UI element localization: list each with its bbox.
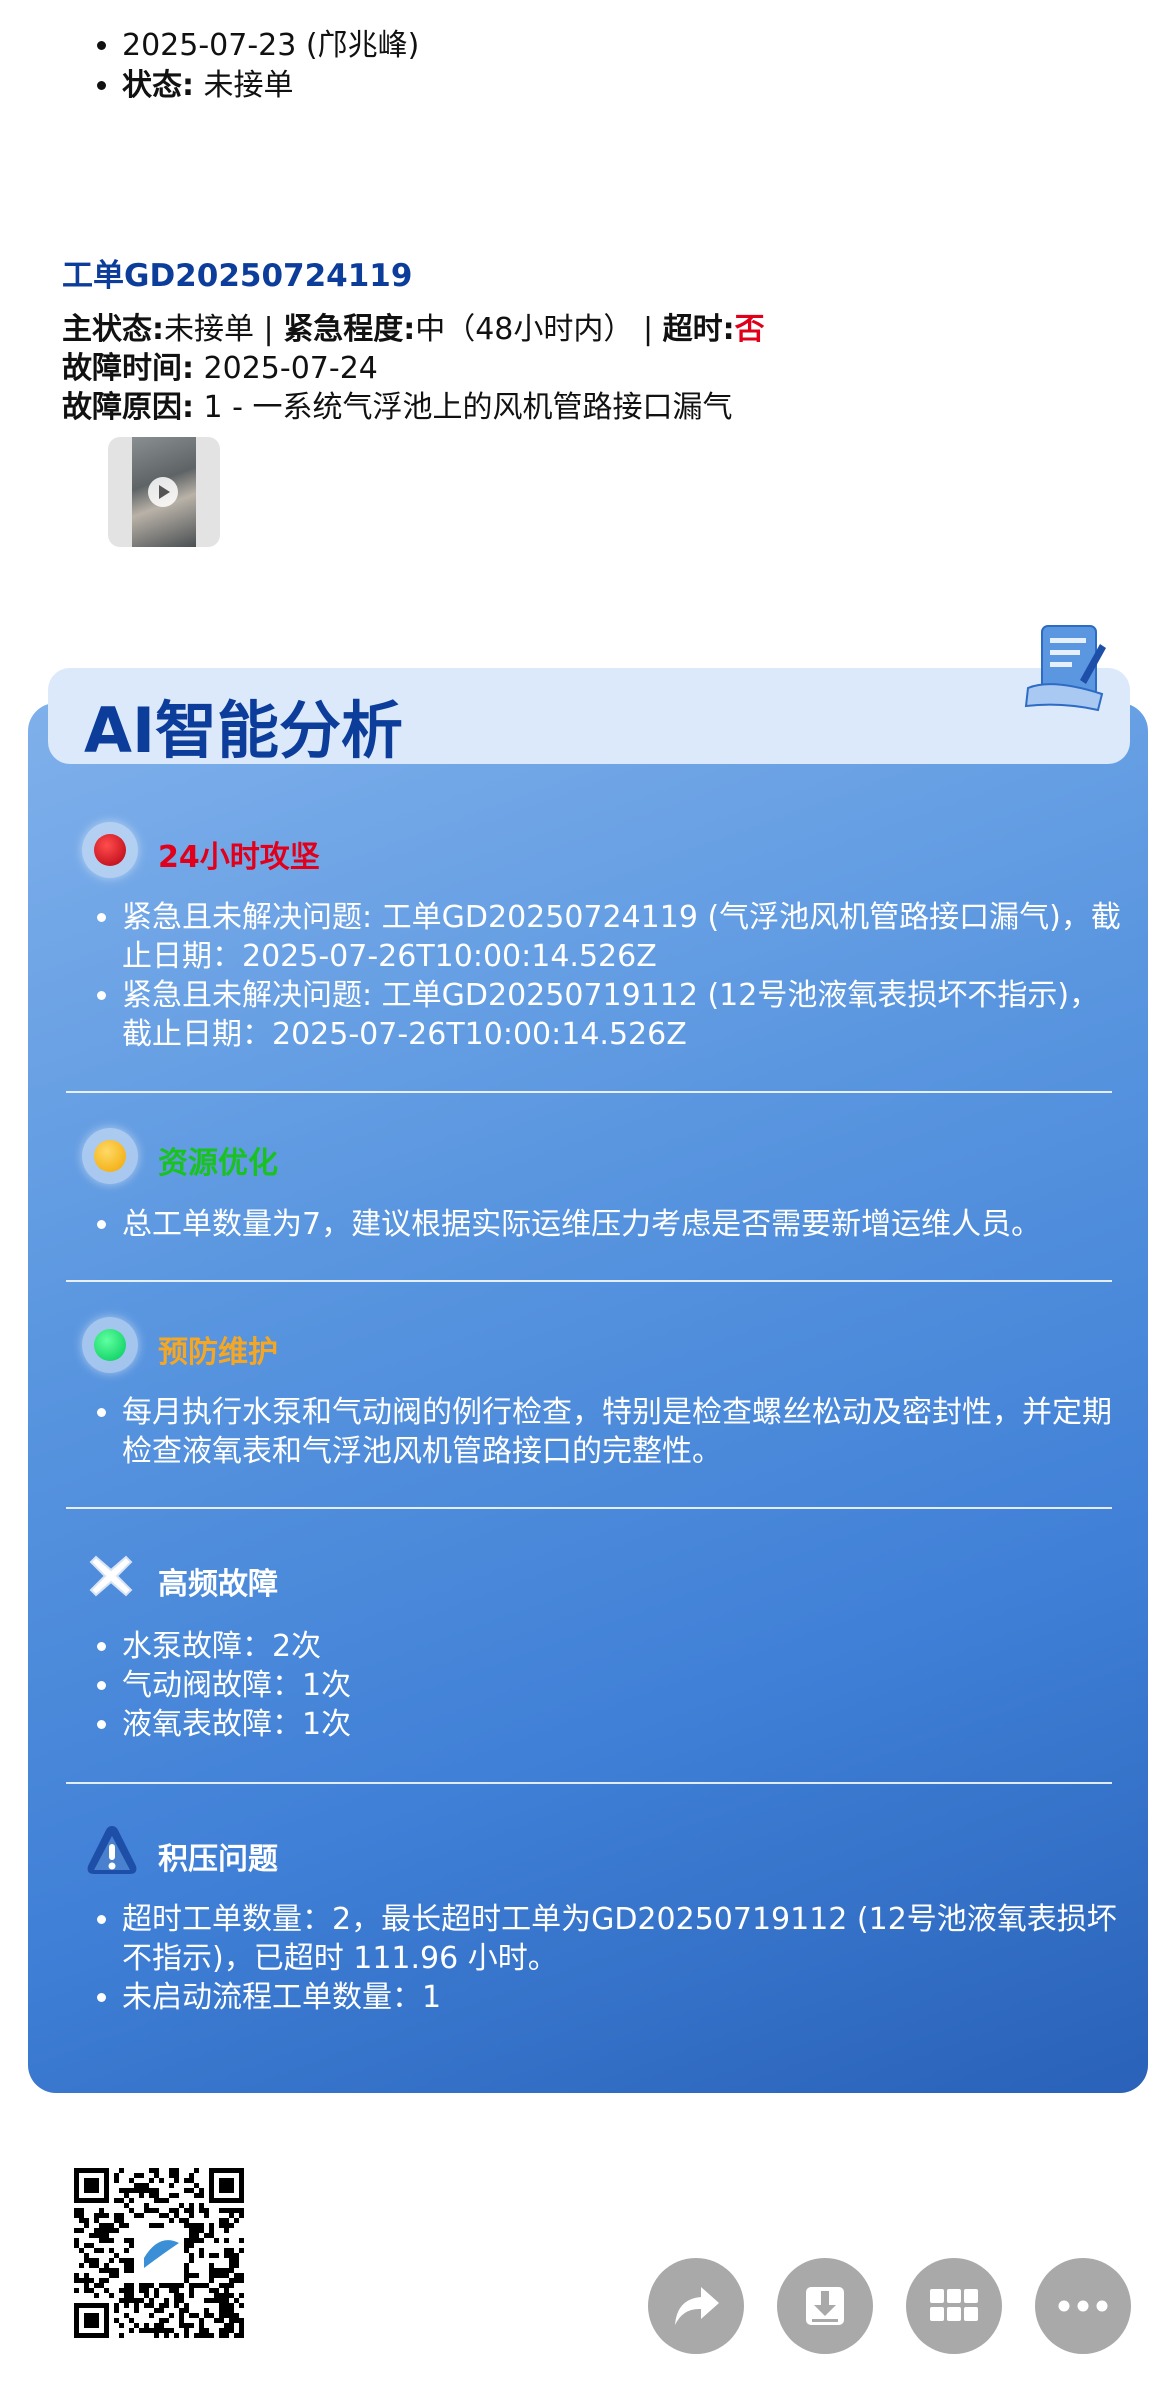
divider bbox=[66, 1091, 1112, 1093]
fault-reason-value: 1 - 一系统气浮池上的风机管路接口漏气 bbox=[203, 390, 733, 425]
section-title-backlog: 积压问题 bbox=[158, 1842, 278, 1877]
fault-time-value: 2025-07-24 bbox=[203, 351, 378, 386]
qr-code-icon bbox=[74, 2168, 244, 2338]
download-icon bbox=[802, 2283, 848, 2329]
timeout-label: 超时: bbox=[662, 312, 735, 347]
section-list-resource: 总工单数量为7，建议根据实际运维压力考虑是否需要新增运维人员。 bbox=[92, 1205, 1122, 1244]
list-item: 水泵故障：2次 bbox=[122, 1627, 1122, 1666]
section-list-urgent: 紧急且未解决问题: 工单GD20250724119 (气浮池风机管路接口漏气)，… bbox=[92, 898, 1122, 1054]
status-label: 状态: bbox=[122, 68, 194, 103]
section-title-urgent: 24小时攻坚 bbox=[158, 840, 320, 875]
work-order-id[interactable]: 工单GD20250724119 bbox=[62, 250, 412, 295]
ai-analysis-title: AI智能分析 bbox=[84, 694, 404, 767]
share-icon bbox=[671, 2283, 721, 2329]
main-status-value: 未接单 bbox=[164, 312, 254, 347]
status-value: 未接单 bbox=[203, 68, 294, 103]
fault-time-row: 故障时间: 2025-07-24 bbox=[62, 349, 765, 388]
red-circle-icon bbox=[82, 822, 138, 878]
section-list-backlog: 超时工单数量：2，最长超时工单为GD20250719112 (12号池液氧表损坏… bbox=[92, 1900, 1122, 2017]
list-item: 紧急且未解决问题: 工单GD20250724119 (气浮池风机管路接口漏气)，… bbox=[122, 898, 1122, 976]
list-item: 紧急且未解决问题: 工单GD20250719112 (12号池液氧表损坏不指示)… bbox=[122, 976, 1122, 1054]
fault-reason-row: 故障原因: 1 - 一系统气浮池上的风机管路接口漏气 bbox=[62, 388, 765, 427]
fault-time-label: 故障时间: bbox=[62, 351, 194, 386]
divider bbox=[66, 1280, 1112, 1282]
divider bbox=[66, 1782, 1112, 1784]
main-status-label: 主状态: bbox=[62, 312, 164, 347]
list-item: 超时工单数量：2，最长超时工单为GD20250719112 (12号池液氧表损坏… bbox=[122, 1900, 1122, 1978]
section-list-frequent: 水泵故障：2次 气动阀故障：1次 液氧表故障：1次 bbox=[92, 1627, 1122, 1744]
video-thumbnail[interactable] bbox=[108, 437, 220, 547]
urgency-label: 紧急程度: bbox=[283, 312, 416, 347]
list-item: 未启动流程工单数量：1 bbox=[122, 1978, 1122, 2017]
download-button[interactable] bbox=[777, 2258, 873, 2354]
fault-reason-label: 故障原因: bbox=[62, 390, 194, 425]
previous-item-list: 2025-07-23 (邝兆峰) 状态: 未接单 bbox=[92, 26, 419, 106]
section-title-frequent: 高频故障 bbox=[158, 1567, 278, 1602]
previous-status-line: 状态: 未接单 bbox=[122, 66, 419, 106]
section-title-preventive: 预防维护 bbox=[158, 1335, 278, 1370]
section-title-resource: 资源优化 bbox=[158, 1146, 278, 1181]
previous-date-line: 2025-07-23 (邝兆峰) bbox=[122, 26, 419, 66]
list-item: 每月执行水泵和气动阀的例行检查，特别是检查螺丝松动及密封性，并定期检查液氧表和气… bbox=[122, 1393, 1122, 1471]
separator: | bbox=[263, 312, 274, 347]
list-item: 液氧表故障：1次 bbox=[122, 1705, 1122, 1744]
green-circle-icon bbox=[82, 1317, 138, 1373]
divider bbox=[66, 1507, 1112, 1509]
urgency-value: 中（48小时内） bbox=[415, 312, 634, 347]
share-button[interactable] bbox=[648, 2258, 744, 2354]
list-item: 总工单数量为7，建议根据实际运维压力考虑是否需要新增运维人员。 bbox=[122, 1205, 1122, 1244]
list-item: 气动阀故障：1次 bbox=[122, 1666, 1122, 1705]
apps-button[interactable] bbox=[906, 2258, 1002, 2354]
more-icon bbox=[1058, 2300, 1108, 2312]
yellow-circle-icon bbox=[82, 1128, 138, 1184]
section-list-preventive: 每月执行水泵和气动阀的例行检查，特别是检查螺丝松动及密封性，并定期检查液氧表和气… bbox=[92, 1393, 1122, 1471]
play-icon bbox=[148, 477, 178, 507]
warning-icon bbox=[84, 1822, 140, 1878]
document-pen-icon bbox=[1022, 622, 1110, 714]
apps-icon bbox=[930, 2289, 978, 2323]
more-button[interactable] bbox=[1035, 2258, 1131, 2354]
timeout-value: 否 bbox=[734, 312, 765, 347]
status-row: 主状态:未接单 | 紧急程度:中（48小时内） | 超时:否 bbox=[62, 310, 765, 349]
cross-icon bbox=[88, 1553, 134, 1599]
work-order-meta: 主状态:未接单 | 紧急程度:中（48小时内） | 超时:否 故障时间: 202… bbox=[62, 310, 765, 427]
separator: | bbox=[642, 312, 654, 347]
